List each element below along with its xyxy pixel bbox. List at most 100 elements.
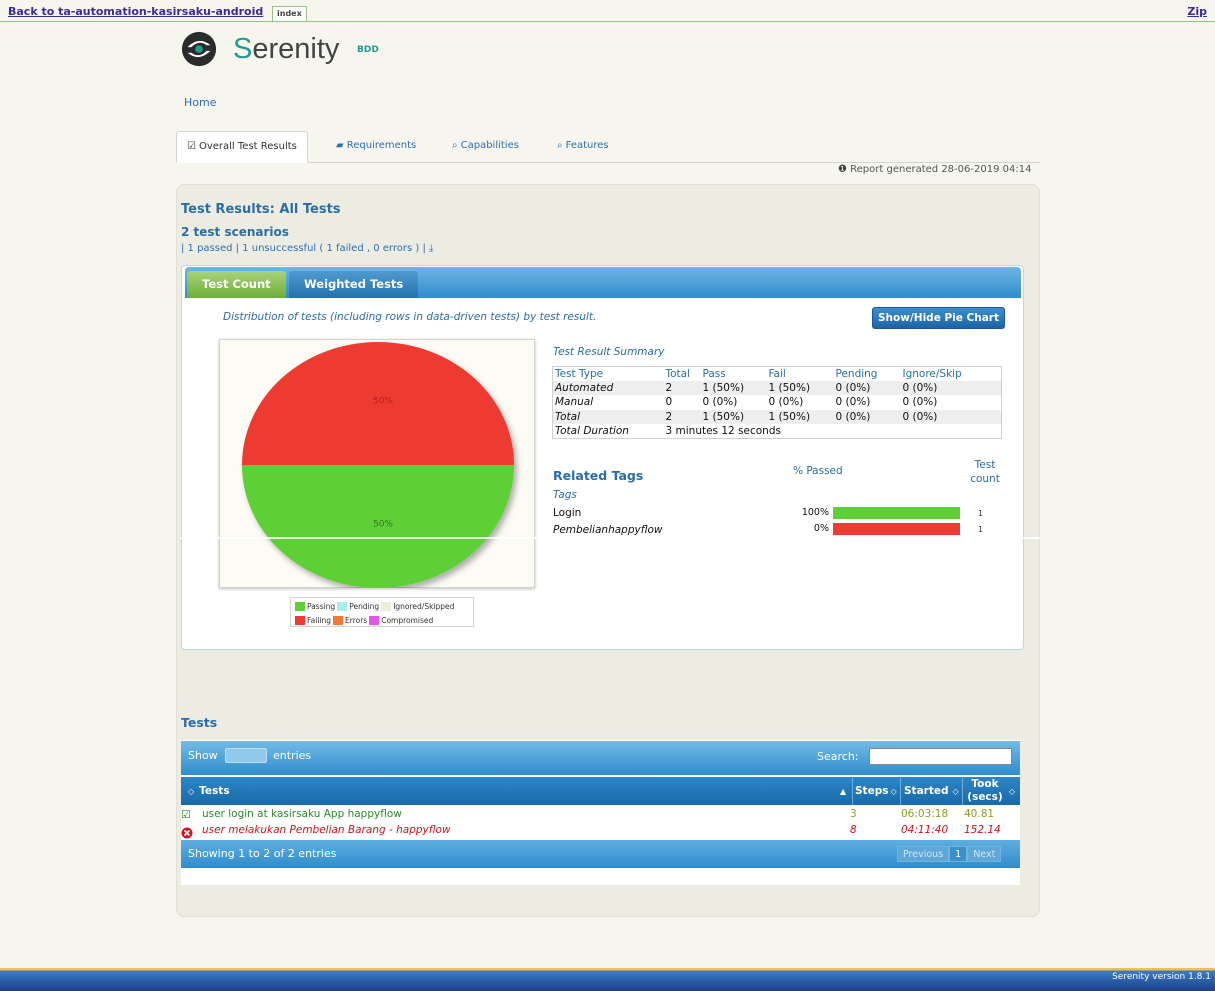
duration-label: Total Duration bbox=[555, 425, 629, 437]
header-label: Tests bbox=[199, 785, 230, 797]
show-hide-pie-chart-button[interactable]: Show/Hide Pie Chart bbox=[872, 307, 1006, 329]
test-started: 06:03:18 bbox=[901, 808, 949, 820]
sort-icon: ◇ bbox=[952, 786, 959, 796]
tag-bar-login bbox=[833, 507, 960, 519]
book-icon: ▰ bbox=[336, 140, 344, 151]
tag-pct: 100% bbox=[801, 507, 829, 518]
summary-header: Pass bbox=[702, 367, 726, 380]
pie-label-failing: 50% bbox=[373, 397, 393, 407]
tab-overall-test-results[interactable]: ☑ Overall Test Results bbox=[176, 131, 308, 163]
entries-select[interactable] bbox=[225, 748, 267, 763]
search-label: Search: bbox=[817, 750, 859, 763]
tags-label: Tags bbox=[553, 489, 577, 501]
header-tests[interactable]: ◇ Tests bbox=[188, 777, 230, 805]
summary-cell: 2 bbox=[663, 380, 701, 395]
version-text: Serenity version 1.8.1 bbox=[1112, 972, 1211, 982]
tag-link-pembelianhappyflow[interactable]: Pembelianhappyflow bbox=[553, 524, 663, 536]
tab-requirements[interactable]: ▰ Requirements bbox=[326, 131, 426, 163]
tag-bar-pembelianhappyflow bbox=[833, 523, 960, 535]
error-icon bbox=[181, 824, 193, 839]
summary-header: Fail bbox=[768, 367, 786, 380]
summary-cell: 1 (50%) bbox=[766, 380, 834, 395]
summary-row: Total 2 1 (50%) 1 (50%) 0 (0%) 0 (0%) bbox=[552, 409, 1002, 424]
summary-table: Test Type Total Pass Fail Pending Ignore… bbox=[552, 366, 1002, 439]
tag-count: 1 bbox=[978, 525, 984, 534]
summary-cell: 1 (50%) bbox=[766, 409, 834, 424]
screen-artifact-line bbox=[180, 537, 1040, 539]
entries-label: entries bbox=[273, 749, 312, 762]
pie-chart: 50% 50% bbox=[242, 342, 514, 588]
index-tab[interactable]: index bbox=[272, 6, 307, 21]
summary-row: Automated 2 1 (50%) 1 (50%) 0 (0%) 0 (0%… bbox=[552, 380, 1002, 395]
showing-entries-text: Showing 1 to 2 of 2 entries bbox=[188, 847, 337, 860]
summary-cell: 0 (0%) bbox=[833, 380, 901, 395]
legend-swatch-compromised bbox=[369, 615, 380, 625]
zip-link[interactable]: Zip bbox=[1187, 5, 1207, 18]
page-1-button[interactable]: 1 bbox=[949, 846, 968, 862]
tab-label: Requirements bbox=[346, 140, 417, 151]
summary-cell: 0 (0%) bbox=[902, 396, 938, 409]
summary-cell: Automated bbox=[552, 380, 664, 395]
tag-pct: 0% bbox=[813, 523, 829, 534]
summary-header: Pending bbox=[835, 367, 878, 380]
pie-legend: Passing Pending Ignored/Skipped Failing … bbox=[290, 597, 474, 627]
summary-header: Ignore/Skip bbox=[902, 367, 962, 380]
summary-cell: 0 bbox=[665, 396, 673, 409]
legend-label-passing: Passing bbox=[307, 601, 336, 611]
test-count-header: Test count bbox=[970, 459, 1000, 485]
test-steps: 3 bbox=[850, 808, 857, 820]
legend-row: Failing Errors Compromised bbox=[293, 613, 471, 627]
tag-link-login[interactable]: Login bbox=[553, 507, 581, 519]
tab-capabilities[interactable]: ⌕ Capabilities bbox=[442, 131, 529, 163]
summary-cell: 0 (0%) bbox=[833, 409, 901, 424]
next-button[interactable]: Next bbox=[967, 846, 1002, 862]
summary-cell: 1 (50%) bbox=[700, 409, 767, 424]
sort-icon: ◇ bbox=[890, 786, 897, 796]
header-label: Steps bbox=[855, 785, 889, 797]
previous-button[interactable]: Previous bbox=[897, 846, 950, 862]
header-steps[interactable]: Steps ◇ bbox=[855, 777, 897, 805]
header-took[interactable]: Took (secs) bbox=[965, 777, 1005, 805]
results-breakdown[interactable]: | 1 passed | 1 unsuccessful ( 1 failed ,… bbox=[181, 243, 433, 254]
legend-row: Passing Pending Ignored/Skipped bbox=[293, 599, 471, 613]
legend-swatch-ignored bbox=[381, 601, 392, 611]
tab-features[interactable]: ⌕ Features bbox=[547, 131, 619, 163]
logo-text: Serenity bbox=[233, 33, 339, 66]
search-input[interactable] bbox=[869, 748, 1012, 765]
sort-icon: ◇ bbox=[1009, 786, 1016, 796]
summary-header: Total bbox=[665, 367, 691, 380]
legend-swatch-pending bbox=[337, 601, 348, 611]
test-link[interactable]: user login at kasirsaku App happyflow bbox=[202, 808, 402, 820]
chat-icon: ⌕ bbox=[452, 140, 458, 151]
download-icon[interactable]: ⤓ bbox=[429, 243, 433, 254]
checkbox-icon: ☑ bbox=[187, 141, 196, 152]
legend-label-ignored: Ignored/Skipped bbox=[393, 601, 455, 611]
test-link[interactable]: user melakukan Pembelian Barang - happyf… bbox=[202, 824, 451, 836]
report-generated: ❶ Report generated 28-06-2019 04:14 bbox=[838, 164, 1031, 175]
sort-icon: ◇ bbox=[188, 786, 195, 796]
summary-cell: 0 (0%) bbox=[702, 396, 738, 409]
tests-title: Tests bbox=[181, 715, 218, 730]
summary-title: Test Result Summary bbox=[553, 346, 665, 358]
home-link[interactable]: Home bbox=[184, 96, 216, 109]
summary-cell: Total bbox=[552, 409, 664, 424]
summary-duration-row: Total Duration 3 minutes 12 seconds bbox=[553, 424, 1002, 439]
test-steps: 8 bbox=[850, 824, 857, 836]
summary-cell: 0 (0%) bbox=[900, 380, 1002, 395]
header-started[interactable]: Started ◇ bbox=[904, 777, 959, 805]
tab-label: Overall Test Results bbox=[198, 141, 297, 152]
summary-cell: 2 bbox=[663, 409, 701, 424]
serenity-logo-icon bbox=[181, 31, 217, 67]
distribution-text: Distribution of tests (including rows in… bbox=[223, 311, 597, 323]
legend-label-failing: Failing bbox=[307, 615, 331, 625]
test-took: 40.81 bbox=[964, 808, 995, 820]
breakdown-text: | 1 passed | 1 unsuccessful ( 1 failed ,… bbox=[181, 243, 426, 254]
tab-test-count[interactable]: Test Count bbox=[187, 271, 286, 298]
tag-count: 1 bbox=[978, 509, 984, 518]
summary-header-row: Test Type Total Pass Fail Pending Ignore… bbox=[553, 367, 1002, 381]
back-link[interactable]: Back to ta-automation-kasirsaku-android bbox=[8, 5, 263, 18]
header-divider bbox=[962, 777, 963, 805]
legend-swatch-failing bbox=[295, 615, 305, 625]
tab-label: Capabilities bbox=[460, 140, 519, 151]
tab-weighted-tests[interactable]: Weighted Tests bbox=[289, 271, 419, 298]
